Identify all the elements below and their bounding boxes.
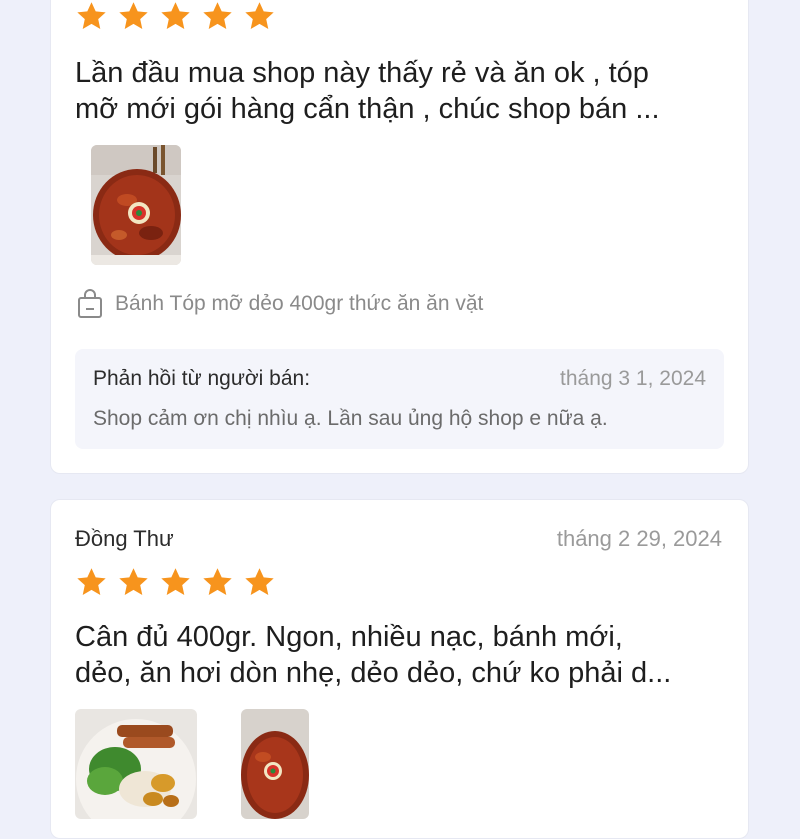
star-icon bbox=[243, 0, 276, 33]
seller-reply-title: Phản hồi từ người bán: bbox=[93, 367, 311, 390]
star-icon bbox=[159, 566, 192, 599]
product-name: Bánh Tóp mỡ dẻo 400gr thức ăn ăn vặt bbox=[115, 292, 484, 315]
review-photo[interactable] bbox=[91, 145, 181, 265]
shopping-bag-icon bbox=[78, 289, 102, 318]
star-icon bbox=[117, 0, 150, 33]
review-card: Đồng Thư tháng 2 29, 2024 Cân đủ 400gr. … bbox=[50, 499, 749, 839]
review-card: Lần đầu mua shop này thấy rẻ và ăn ok , … bbox=[50, 0, 749, 474]
star-icon bbox=[201, 0, 234, 33]
star-icon bbox=[159, 0, 192, 33]
seller-reply-date: tháng 3 1, 2024 bbox=[560, 367, 706, 390]
review-photo[interactable] bbox=[75, 709, 197, 819]
star-icon bbox=[75, 566, 108, 599]
review-text[interactable]: Lần đầu mua shop này thấy rẻ và ăn ok , … bbox=[75, 55, 708, 127]
reviewer-name: Đồng Thư bbox=[75, 526, 174, 551]
product-variant[interactable]: Bánh Tóp mỡ dẻo 400gr thức ăn ăn vặt bbox=[77, 289, 483, 319]
star-icon bbox=[75, 0, 108, 33]
seller-reply-text: Shop cảm ơn chị nhìu ạ. Lần sau ủng hộ s… bbox=[93, 407, 608, 430]
review-text[interactable]: Cân đủ 400gr. Ngon, nhiều nạc, bánh mới,… bbox=[75, 619, 708, 691]
rating-stars bbox=[75, 566, 276, 599]
star-icon bbox=[201, 566, 234, 599]
review-photo[interactable] bbox=[241, 709, 309, 819]
star-icon bbox=[243, 566, 276, 599]
review-date: tháng 2 29, 2024 bbox=[556, 526, 722, 551]
seller-reply: Phản hồi từ người bán: tháng 3 1, 2024 S… bbox=[75, 349, 724, 449]
star-icon bbox=[117, 566, 150, 599]
rating-stars bbox=[75, 0, 276, 33]
